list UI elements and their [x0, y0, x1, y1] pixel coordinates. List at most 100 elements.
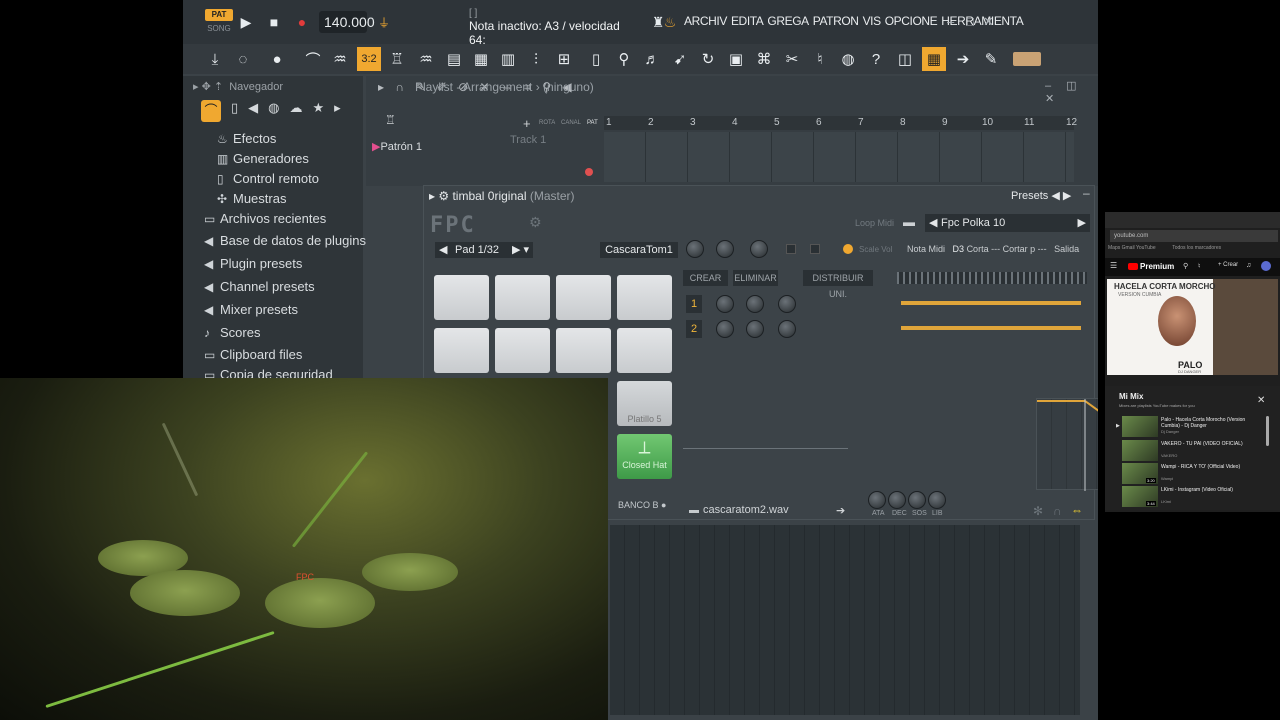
pad-tune-knob[interactable]	[750, 240, 768, 258]
bookmarks-bar[interactable]: Maps Gmail YouTube Todos los marcadores	[1108, 245, 1221, 251]
pitch-icon[interactable]: ⌒	[301, 47, 325, 71]
pad-closed-hat[interactable]: ⟂ Closed Hat	[617, 434, 672, 479]
browser-item-plugin-presets[interactable]: ◀ Plugin presets	[204, 256, 302, 271]
browser-item-mixer-presets[interactable]: ◀ Mixer presets	[204, 302, 298, 317]
midi-note-info[interactable]: Nota Midi D3 Corta --- Cortar p --- Sali…	[907, 244, 1079, 254]
arrow-icon[interactable]: ➔	[836, 504, 845, 517]
download-icon[interactable]: ⤓	[203, 47, 227, 71]
layer-2-vol-knob[interactable]	[716, 320, 734, 338]
chat-icon[interactable]: ◍	[836, 47, 860, 71]
menu-opciones[interactable]: OPCIONE	[885, 14, 938, 28]
playlist-grid[interactable]	[604, 132, 1074, 182]
track-1-label[interactable]: Track 1	[510, 134, 546, 146]
typing-keyboard-icon[interactable]: ♒	[328, 47, 352, 71]
list-item[interactable]: VAKERO - TU PAI (VIDEO OFICIAL) VAKERO	[1116, 440, 1266, 462]
pad-6[interactable]	[495, 328, 550, 373]
browser-item-base-datos-plugins[interactable]: ◀ Base de datos de plugins	[204, 233, 366, 248]
presets-menu[interactable]: Presets ◀ ▶	[1011, 189, 1071, 202]
layer-1-number[interactable]: 1	[686, 295, 702, 313]
layer-1-velocity-range[interactable]	[901, 301, 1081, 305]
menu-vis[interactable]: VIS	[863, 14, 882, 28]
pat-song-toggle[interactable]: PAT SONG	[205, 9, 233, 35]
avatar[interactable]	[1261, 261, 1271, 271]
browser-item-efectos[interactable]: ♨ Efectos	[217, 131, 276, 146]
song-label[interactable]: SONG	[205, 23, 233, 35]
brush-icon[interactable]: ✎	[979, 47, 1003, 71]
distribuir-button[interactable]: DISTRIBUIR UNI.	[803, 270, 873, 299]
all-tab-icon[interactable]: ⌒	[201, 100, 221, 122]
pad-4[interactable]	[617, 275, 672, 320]
bank-selector[interactable]: BANCO B ●	[618, 500, 666, 510]
menu-edita[interactable]: EDITA	[731, 14, 764, 28]
mixer-icon[interactable]: ▤	[442, 47, 466, 71]
browser-item-clipboard-files[interactable]: ▭ Clipboard files	[204, 347, 302, 362]
save-icon[interactable]: ▣	[724, 47, 748, 71]
layer-2-velocity-range[interactable]	[901, 326, 1081, 330]
browser-item-archivos-recientes[interactable]: ▭ Archivos recientes	[204, 211, 326, 226]
cloud-tab-icon[interactable]: ☁	[290, 100, 303, 122]
list-item[interactable]: 3:20 Wampi - RICA Y TO' (Official Video)…	[1116, 463, 1266, 485]
list-item[interactable]: ▶ Palo - Hacela Corta Morocho (Version C…	[1116, 416, 1266, 438]
search-icon[interactable]: ⚲	[1183, 262, 1188, 270]
add-track-icon[interactable]: +	[523, 116, 531, 131]
plug-icon[interactable]: ⚲	[612, 47, 636, 71]
pattern-item[interactable]: ▶Patrón 1	[372, 140, 422, 153]
cut-icon[interactable]: ✂	[780, 47, 804, 71]
pad-3[interactable]	[556, 275, 611, 320]
scale-vol-toggle[interactable]	[843, 244, 853, 254]
crear-button[interactable]: CREAR	[683, 270, 728, 286]
pat-label[interactable]: PAT	[205, 9, 233, 21]
mic-icon[interactable]: ♮	[1198, 262, 1201, 270]
menu-archivo[interactable]: ARCHIV	[684, 14, 727, 28]
browser-item-muestras[interactable]: ✣ Muestras	[217, 191, 286, 206]
maximize-button[interactable]: □	[966, 14, 974, 29]
layer-2-tune-knob[interactable]	[778, 320, 796, 338]
loop-icon[interactable]: ◌	[231, 47, 255, 71]
envelope-curve[interactable]	[1037, 399, 1098, 491]
sample-file-name[interactable]: cascaratom2.wav	[703, 504, 789, 516]
channel-grid[interactable]	[610, 525, 1080, 715]
faders-icon[interactable]: ⫶	[524, 47, 548, 71]
pattern-list-icon[interactable]: ♖	[385, 113, 396, 127]
layer-keyboard[interactable]	[897, 272, 1087, 284]
channel-rack-icon[interactable]: ▥	[496, 47, 520, 71]
snowflake-icon[interactable]: ✻	[1033, 504, 1043, 518]
fpc-minimize-button[interactable]: –	[1083, 186, 1090, 200]
microphone-icon[interactable]: ♮	[808, 47, 832, 71]
pad-8[interactable]	[617, 328, 672, 373]
attack-knob[interactable]	[868, 491, 886, 509]
browser-tab-strip[interactable]	[1105, 212, 1280, 228]
layer-2-pan-knob[interactable]	[746, 320, 764, 338]
layer-2-number[interactable]: 2	[686, 320, 702, 338]
help-icon[interactable]: ?	[864, 47, 888, 71]
release-knob[interactable]	[928, 491, 946, 509]
speaker-tab-icon[interactable]: ◀	[248, 100, 258, 122]
pointer-icon[interactable]: ➹	[668, 47, 692, 71]
swap-arrows-icon[interactable]: ⇔	[1071, 503, 1083, 517]
step-snap-icon[interactable]: 3:2	[357, 47, 381, 71]
mix-scrollbar[interactable]	[1266, 416, 1269, 446]
pad-1[interactable]	[434, 275, 489, 320]
folder-icon[interactable]: ▬	[903, 215, 915, 229]
bell-icon[interactable]: ♫	[1246, 262, 1251, 269]
stop-icon[interactable]: ■	[263, 11, 285, 33]
mute-toggle[interactable]	[786, 244, 796, 254]
pad-2[interactable]	[495, 275, 550, 320]
metronome-icon[interactable]: ⏚	[373, 11, 395, 33]
menu-agrega[interactable]: GREGA	[767, 14, 809, 28]
master-volume-knob-icon[interactable]: ●	[265, 47, 289, 71]
menu-patron[interactable]: PATRON	[813, 14, 859, 28]
envelope-editor[interactable]	[1036, 398, 1098, 491]
globe-tab-icon[interactable]: ◍	[268, 100, 279, 122]
close-icon[interactable]: ✕	[1257, 395, 1265, 406]
list-item[interactable]: 3:44 LKimi - Instagram (Video Oficial) L…	[1116, 486, 1266, 508]
minimize-button[interactable]: –	[947, 14, 954, 29]
layer-1-tune-knob[interactable]	[778, 295, 796, 313]
pad-volume-knob[interactable]	[686, 240, 704, 258]
pad-5[interactable]	[434, 328, 489, 373]
browser-item-channel-presets[interactable]: ◀ Channel presets	[204, 279, 315, 294]
pad-pan-knob[interactable]	[716, 240, 734, 258]
headphones-icon[interactable]: ∩	[1053, 504, 1062, 518]
star-tab-icon[interactable]: ★	[313, 100, 325, 122]
track-mute-icon[interactable]	[585, 168, 593, 176]
